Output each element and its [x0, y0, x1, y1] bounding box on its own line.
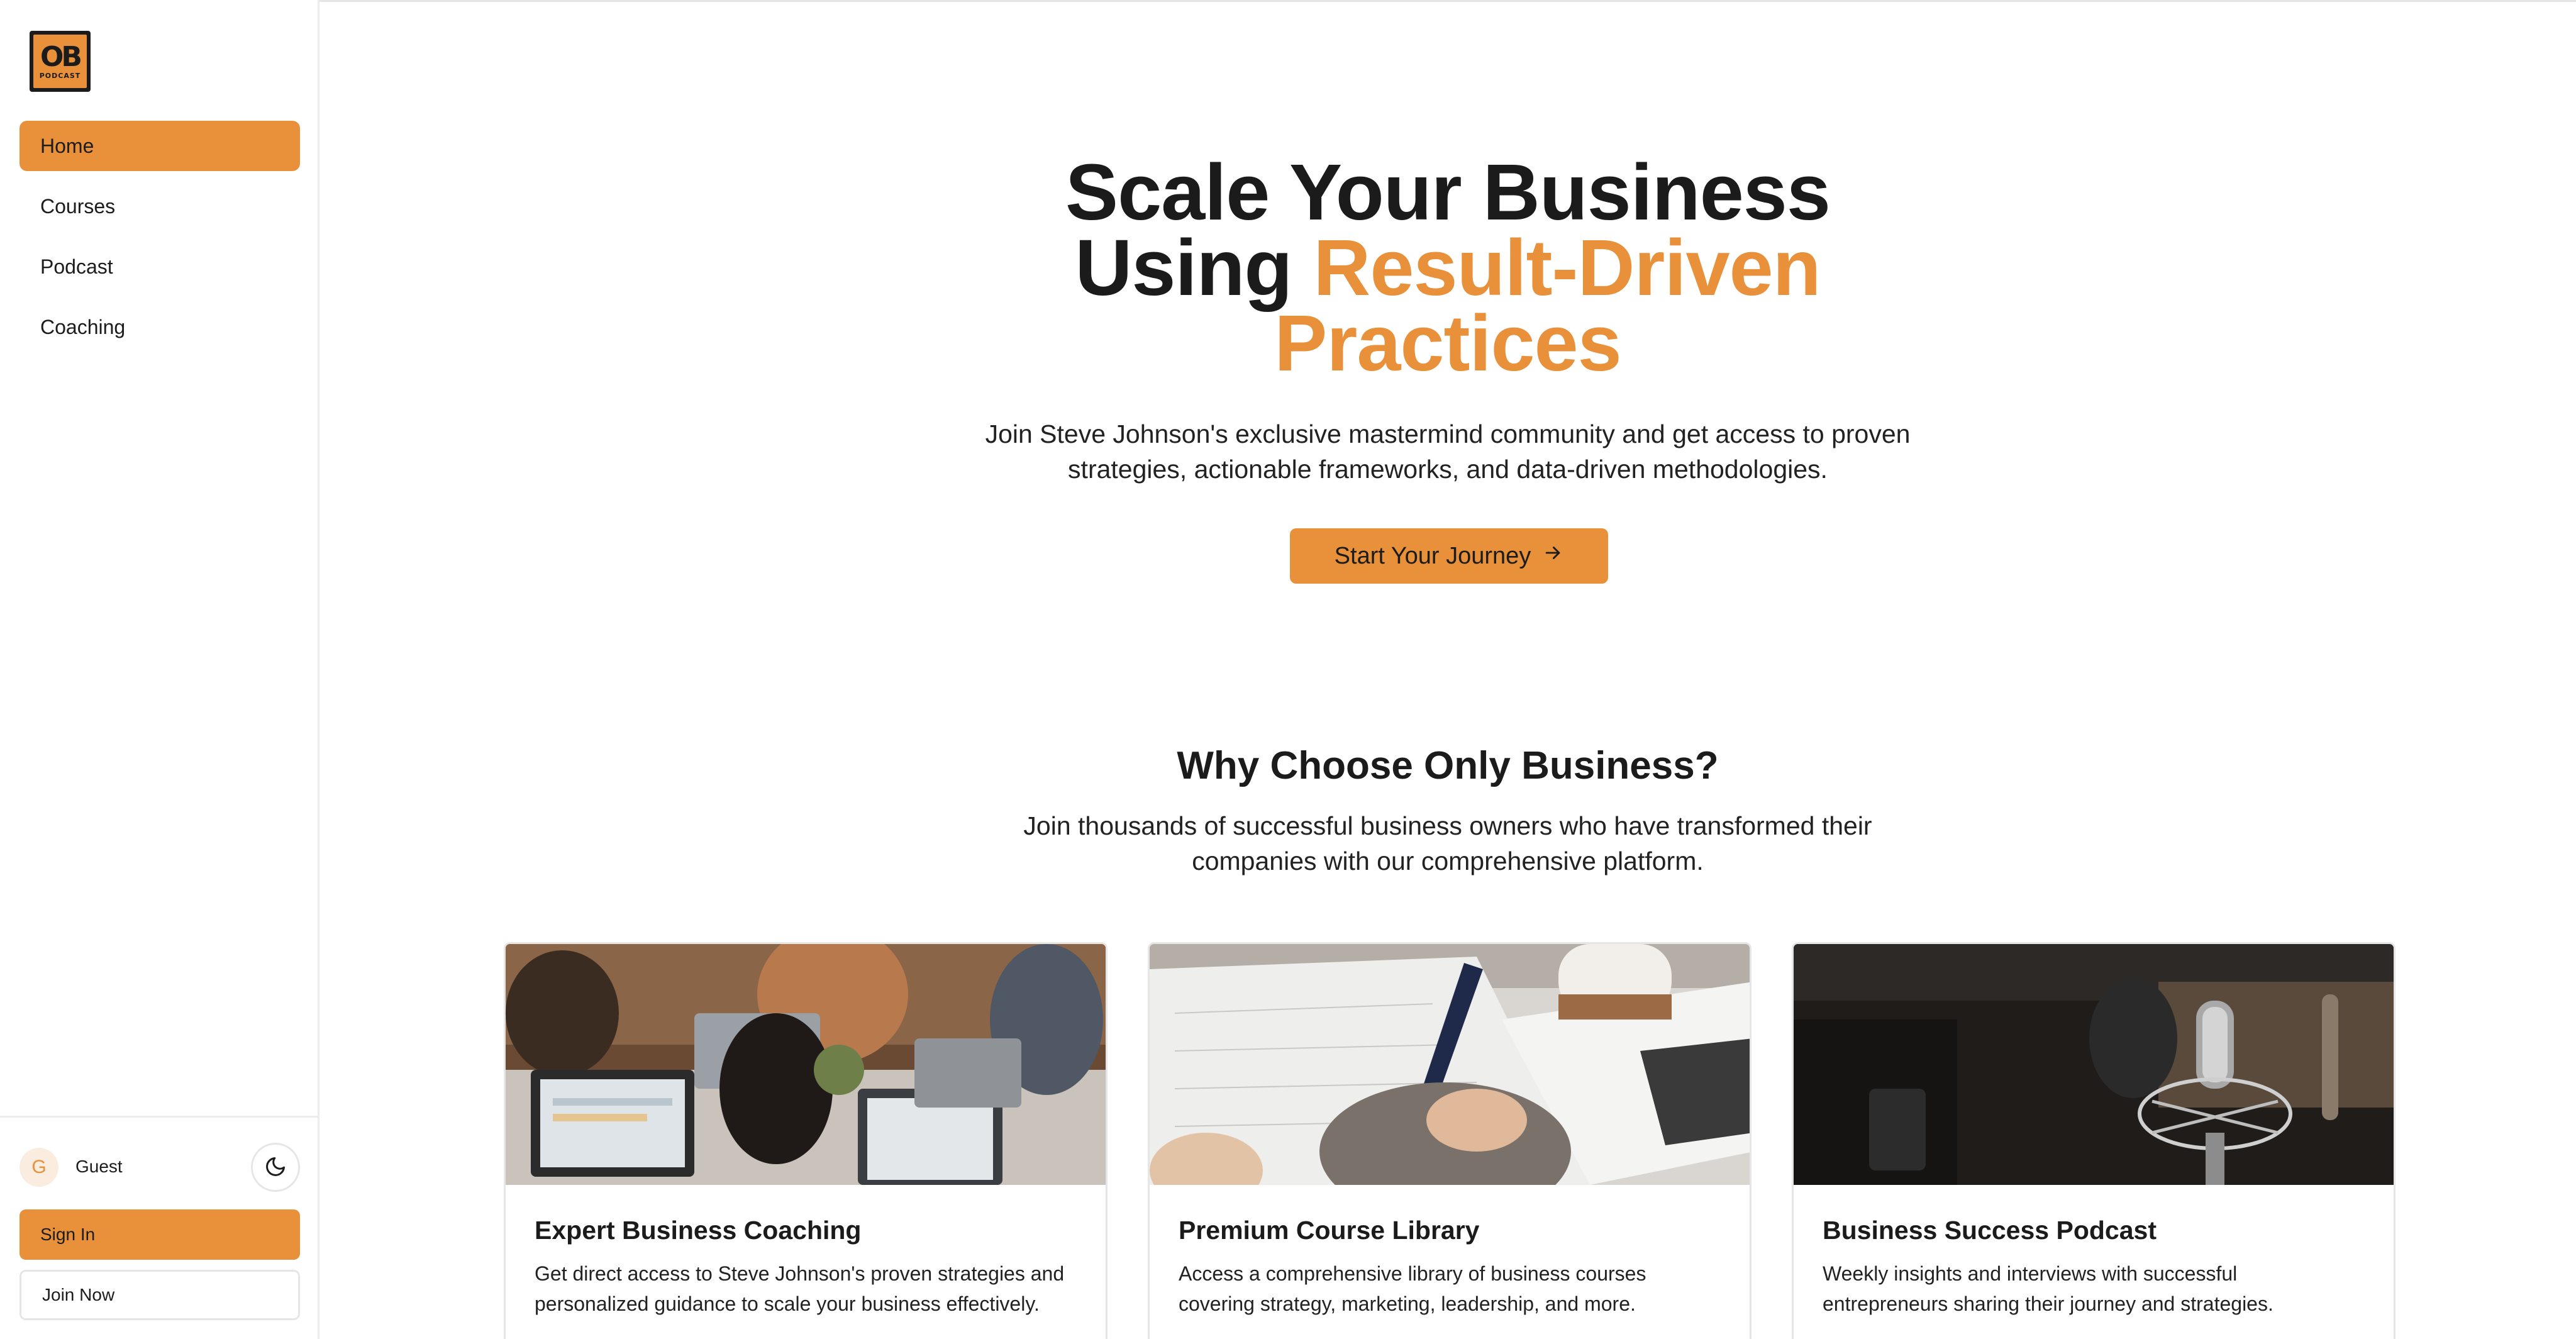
start-journey-button[interactable]: Start Your Journey [1290, 528, 1608, 584]
why-section-subtitle: Join thousands of successful business ow… [1023, 811, 1872, 875]
feature-card-courses[interactable]: Premium Course Library Access a comprehe… [1148, 942, 1752, 1339]
why-section-title: Why Choose Only Business? [1177, 744, 1719, 787]
sidebar-item-coaching[interactable]: Coaching [19, 302, 300, 352]
user-name: Guest [75, 1157, 123, 1176]
avatar: G [19, 1148, 58, 1187]
user-row: G Guest [19, 1143, 300, 1192]
sign-in-button[interactable]: Sign In [19, 1209, 300, 1260]
logo-subtext: PODCAST [39, 71, 81, 80]
cta-label: Start Your Journey [1334, 542, 1531, 569]
hero-subtitle: Join Steve Johnson's exclusive mastermin… [985, 419, 1911, 484]
join-now-button[interactable]: Join Now [19, 1270, 300, 1320]
brand-logo[interactable]: OB PODCAST [30, 31, 91, 92]
podcast-microphone-image [1794, 944, 2394, 1185]
feature-card-podcast[interactable]: Business Success Podcast Weekly insights… [1792, 942, 2396, 1339]
sidebar-item-home[interactable]: Home [19, 121, 300, 171]
logo-mark: OB [40, 40, 82, 73]
feature-card-title: Business Success Podcast [1823, 1216, 2157, 1245]
feature-card-description: Get direct access to Steve Johnson's pro… [535, 1262, 1065, 1315]
logo-badge: OB PODCAST [33, 35, 87, 88]
feature-card-title: Premium Course Library [1179, 1216, 1480, 1245]
coaching-team-image [506, 944, 1106, 1185]
theme-toggle-button[interactable] [251, 1143, 300, 1192]
hero-title-accent-b: Practices [1274, 299, 1621, 387]
feature-card-title: Expert Business Coaching [535, 1216, 862, 1245]
sidebar-item-courses[interactable]: Courses [19, 181, 300, 231]
feature-card-description: Access a comprehensive library of busine… [1179, 1262, 1646, 1315]
writing-notes-image [1150, 944, 1750, 1185]
sidebar-nav: Home Courses Podcast Coaching [19, 121, 300, 362]
arrow-right-icon [1542, 542, 1563, 570]
hero-title: Scale Your Business Using Result-Driven … [319, 153, 2576, 383]
moon-icon [264, 1155, 287, 1180]
main-content: Scale Your Business Using Result-Driven … [319, 0, 2576, 1339]
sidebar: OB PODCAST Home Courses Podcast Coaching… [0, 0, 319, 1339]
feature-card-coaching[interactable]: Expert Business Coaching Get direct acce… [504, 942, 1108, 1339]
app-root: OB PODCAST Home Courses Podcast Coaching… [0, 0, 2576, 1339]
sidebar-account-panel: G Guest Sign In Join Now [0, 1116, 318, 1339]
sidebar-item-podcast[interactable]: Podcast [19, 242, 300, 292]
feature-card-description: Weekly insights and interviews with succ… [1823, 1262, 2273, 1315]
